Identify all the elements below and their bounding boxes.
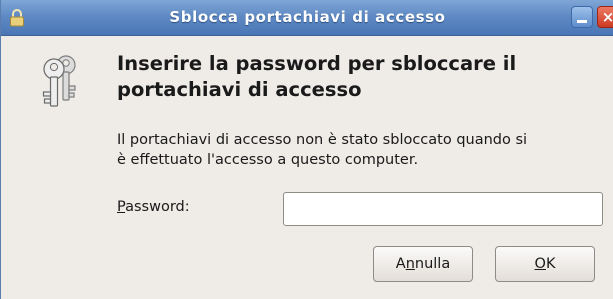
cancel-label-post: nulla <box>414 256 451 272</box>
password-label: Password: <box>117 199 190 215</box>
password-label-text: assword: <box>125 199 190 215</box>
description-line-2: è effettuato l'accesso a questo computer… <box>117 152 419 168</box>
heading-line-1: Inserire la password per sbloccare il <box>117 52 517 75</box>
ok-label-mnemonic: O <box>534 256 546 272</box>
cancel-button[interactable]: Annulla <box>373 246 473 282</box>
password-label-mnemonic: P <box>117 199 126 215</box>
heading-line-2: portachiavi di accesso <box>117 78 362 101</box>
cancel-label-mnemonic: n <box>405 256 415 272</box>
dialog-description: Il portachiavi di accesso non è stato sb… <box>117 130 603 170</box>
cancel-label-pre: A <box>395 256 406 272</box>
keys-icon <box>42 55 76 107</box>
unlock-keyring-dialog: Sblocca portachiavi di accesso × Inserir… <box>0 0 613 299</box>
description-line-1: Il portachiavi di accesso non è stato sb… <box>117 132 528 148</box>
ok-label-post: K <box>545 256 556 272</box>
close-button[interactable]: × <box>597 6 613 28</box>
window-title: Sblocca portachiavi di accesso <box>169 8 446 26</box>
password-input[interactable] <box>283 192 603 226</box>
title-bar[interactable]: Sblocca portachiavi di accesso × <box>1 0 613 36</box>
dialog-heading: Inserire la password per sbloccare il po… <box>117 51 587 103</box>
minimize-button[interactable] <box>571 6 593 28</box>
ok-button[interactable]: OK <box>495 246 595 282</box>
